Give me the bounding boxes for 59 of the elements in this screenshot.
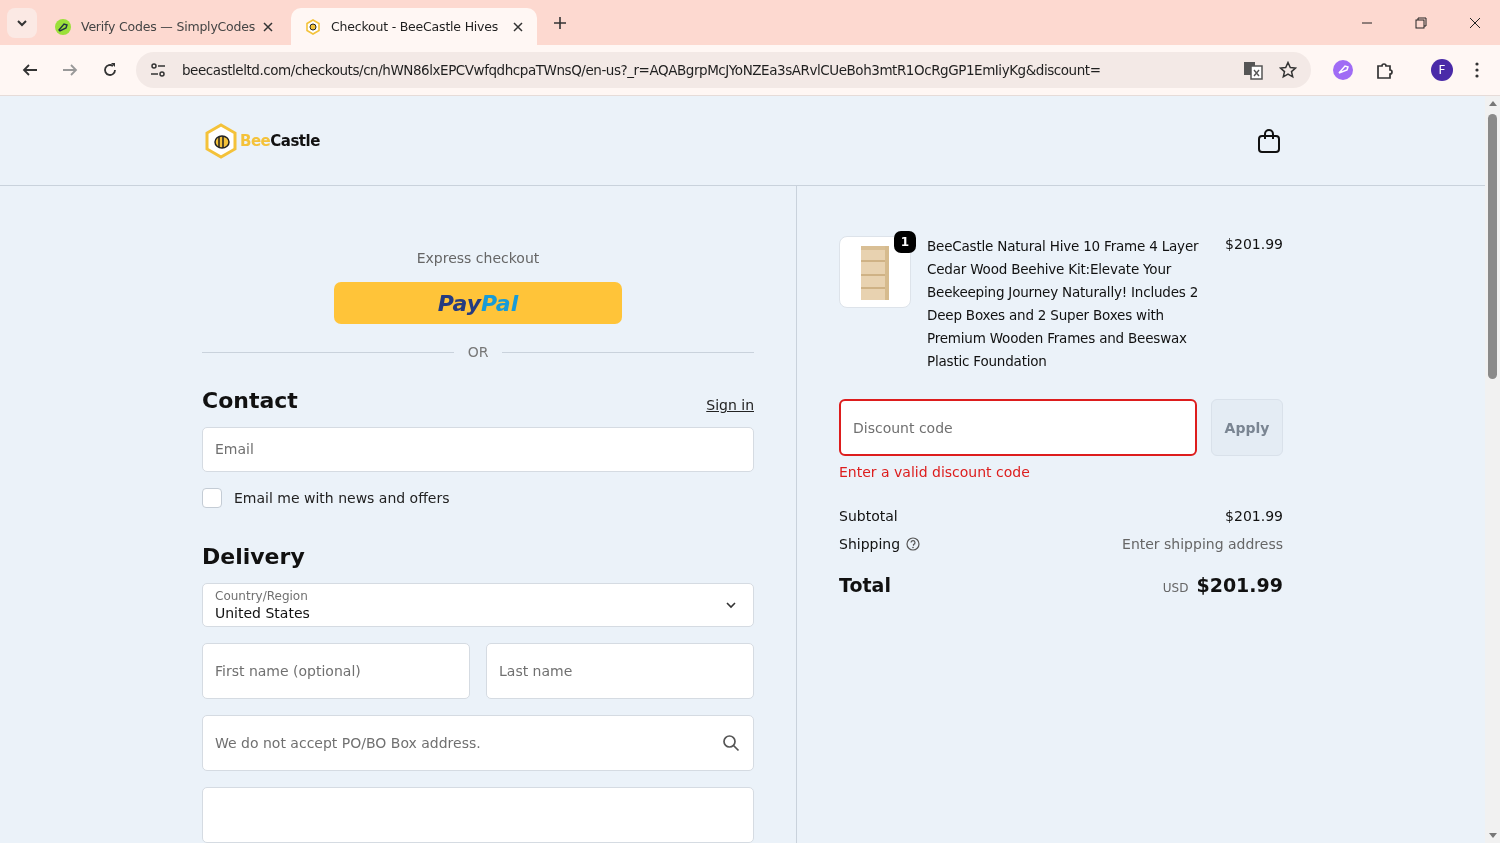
- subtotal-value: $201.99: [1225, 508, 1283, 524]
- site-settings-icon[interactable]: [150, 62, 166, 78]
- extension-icon[interactable]: [1333, 60, 1353, 80]
- quantity-badge: 1: [894, 231, 916, 253]
- translate-icon[interactable]: [1243, 60, 1263, 80]
- scrollbar[interactable]: [1485, 96, 1500, 843]
- bee-hexagon-icon: [204, 122, 238, 159]
- address-bar[interactable]: beecastleltd.com/checkouts/cn/hWN86lxEPCVwfqdhcpaTWnsQ/en-us?_r=AQABgrpMcJYoNZEa3sARvlCUeBoh3mtR1OcRgGP1EmIiyKg&discount=: [136, 52, 1311, 88]
- product-name: BeeCastle Natural Hive 10 Frame 4 Layer Cedar Wood Beehive Kit:Elevate Your Beekeeping Journey Naturally! Includes 2 Deep Boxes and 2 Super Boxes with Premium Wooden Frames and Beeswax Plastic Foundation: [927, 237, 1200, 371]
- bee-hexagon-icon: [305, 18, 321, 35]
- paypal-button[interactable]: PayPal: [334, 282, 622, 325]
- forward-arrow-icon[interactable]: [62, 62, 78, 78]
- section-heading: Delivery: [202, 543, 306, 569]
- section-heading: Contact: [202, 388, 298, 414]
- search-icon: [722, 734, 740, 752]
- or-divider-text: OR: [467, 344, 489, 361]
- logo-wordmark: Castle: [270, 131, 320, 150]
- total-label: Total: [839, 574, 891, 596]
- scroll-down-arrow-icon[interactable]: [1488, 833, 1497, 839]
- logo-wordmark: Bee: [240, 131, 271, 150]
- close-icon[interactable]: [513, 21, 523, 32]
- shipping-label: Shipping: [839, 536, 901, 552]
- back-arrow-icon[interactable]: [22, 62, 38, 78]
- shipping-value: Enter shipping address: [1122, 536, 1283, 552]
- error-message: Enter a valid discount code: [839, 464, 1031, 480]
- close-icon[interactable]: [1469, 16, 1481, 29]
- scroll-up-arrow-icon[interactable]: [1488, 100, 1497, 106]
- browser-tab[interactable]: Checkout - BeeCastle Hives: [291, 8, 537, 45]
- restore-icon[interactable]: [1415, 16, 1427, 29]
- country-select[interactable]: Country/Region United States: [202, 582, 754, 627]
- browser-tab[interactable]: Verify Codes — SimplyCodes: [41, 8, 287, 45]
- close-icon[interactable]: [263, 21, 274, 32]
- tab-title: Checkout - BeeCastle Hives: [331, 19, 500, 34]
- shopping-bag-icon[interactable]: [1257, 127, 1281, 154]
- profile-avatar[interactable]: F: [1431, 59, 1453, 81]
- tab-title: Verify Codes — SimplyCodes: [81, 19, 256, 34]
- total-value: $201.99: [1196, 574, 1283, 596]
- scrollbar-thumb[interactable]: [1488, 114, 1497, 379]
- express-checkout-label: Express checkout: [415, 250, 541, 266]
- checkbox[interactable]: [202, 487, 222, 508]
- sign-in-link[interactable]: Sign in: [706, 397, 754, 414]
- tab-list-button[interactable]: [7, 7, 37, 38]
- reload-icon[interactable]: [102, 62, 118, 78]
- puzzle-icon[interactable]: [1375, 60, 1395, 80]
- address-field[interactable]: We do not accept PO/BO Box address.: [202, 715, 754, 771]
- input-field[interactable]: [202, 787, 754, 843]
- last-name-field[interactable]: Last name: [486, 643, 754, 699]
- help-icon[interactable]: [906, 537, 921, 551]
- product-price: $201.99: [1225, 236, 1283, 252]
- star-icon[interactable]: [1279, 61, 1297, 79]
- discount-code-field[interactable]: Discount code: [839, 399, 1197, 456]
- url-text: beecastleltd.com/checkouts/cn/hWN86lxEPCVwfqdhcpaTWnsQ/en-us?_r=AQABgrpMcJYoNZEa3sARvlCUeBoh3mtR1OcRgGP1EmIiyKg&discount=: [182, 62, 1101, 78]
- subtotal-label: Subtotal: [839, 508, 898, 524]
- first-name-field[interactable]: First name (optional): [202, 643, 470, 699]
- more-menu-icon[interactable]: [1475, 62, 1479, 78]
- plus-icon[interactable]: [553, 15, 567, 30]
- email-field[interactable]: Email: [202, 427, 754, 472]
- currency-code: USD: [1162, 581, 1189, 595]
- checkbox-label: Email me with news and offers: [234, 489, 450, 506]
